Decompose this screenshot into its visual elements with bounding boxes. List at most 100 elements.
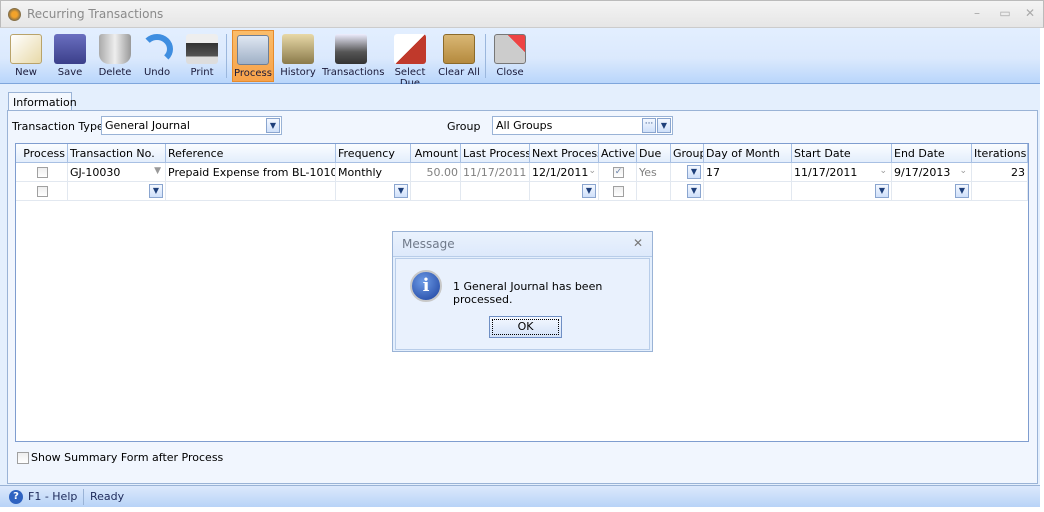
- column-header-amount[interactable]: Amount: [411, 144, 461, 163]
- transactions-button[interactable]: Transactions: [322, 30, 384, 82]
- history-button[interactable]: History: [278, 30, 318, 82]
- maximize-button[interactable]: ▭: [997, 6, 1013, 20]
- process-cell[interactable]: [16, 182, 68, 201]
- day-of-month-cell[interactable]: 17: [704, 163, 792, 182]
- new-button[interactable]: New: [8, 30, 44, 82]
- dialog-body: i 1 General Journal has been processed. …: [395, 258, 650, 350]
- close-window-button[interactable]: ✕: [1022, 6, 1038, 20]
- active-checkbox-checked: ✓: [613, 167, 624, 178]
- help-text[interactable]: F1 - Help: [28, 490, 77, 503]
- active-checkbox[interactable]: [613, 186, 624, 197]
- toolbar: New Save Delete Undo Print Process Histo…: [0, 28, 1040, 89]
- cash-register-icon: [335, 34, 367, 64]
- dropdown-arrow-icon[interactable]: ⌄: [959, 166, 967, 176]
- group-cell[interactable]: ▼: [671, 182, 704, 201]
- transaction-no: GJ-10030: [70, 166, 121, 179]
- transaction-type-select[interactable]: General Journal ▼: [101, 116, 282, 135]
- column-header-process[interactable]: Process: [16, 144, 68, 163]
- reference-cell[interactable]: [166, 182, 336, 201]
- show-summary-checkbox[interactable]: [17, 452, 29, 464]
- column-header-transaction-no[interactable]: Transaction No.: [68, 144, 166, 163]
- chevron-down-icon[interactable]: ▼: [149, 184, 163, 198]
- delete-button[interactable]: Delete: [96, 30, 134, 82]
- next-process-cell[interactable]: ▼: [530, 182, 599, 201]
- close-button[interactable]: Close: [491, 30, 529, 82]
- chevron-down-icon[interactable]: ▼: [266, 118, 280, 133]
- column-header-day-of-month[interactable]: Day of Month: [704, 144, 792, 163]
- tab-information[interactable]: Information: [8, 92, 77, 111]
- column-header-last-process[interactable]: Last Process: [461, 144, 530, 163]
- column-header-active[interactable]: Active: [599, 144, 637, 163]
- day-of-month-cell[interactable]: [704, 182, 792, 201]
- dropdown-arrow-icon[interactable]: ⌄: [879, 166, 887, 176]
- group-select[interactable]: All Groups ··· ▼: [492, 116, 673, 135]
- chevron-down-icon[interactable]: ▼: [394, 184, 408, 198]
- minimize-button[interactable]: –: [969, 6, 985, 20]
- new-document-icon: [10, 34, 42, 64]
- column-header-start-date[interactable]: Start Date: [792, 144, 892, 163]
- process-checkbox[interactable]: [37, 167, 48, 178]
- chevron-down-icon[interactable]: ▼: [955, 184, 969, 198]
- status-bar: ? F1 - Help Ready: [0, 485, 1040, 507]
- active-cell[interactable]: [599, 182, 637, 201]
- status-text: Ready: [90, 490, 125, 503]
- chevron-down-icon[interactable]: ▼: [657, 118, 671, 133]
- dropdown-arrow-icon[interactable]: ⌄: [588, 166, 596, 176]
- column-header-due[interactable]: Due: [637, 144, 671, 163]
- message-dialog: Message ✕ i 1 General Journal has been p…: [392, 231, 653, 352]
- dropdown-arrow-icon[interactable]: ▼: [154, 166, 161, 176]
- start-date-cell[interactable]: ▼: [792, 182, 892, 201]
- process-button[interactable]: Process: [232, 30, 274, 82]
- app-icon: [8, 8, 21, 21]
- next-process-cell[interactable]: 12/1/2011 ⌄: [530, 163, 599, 182]
- ellipsis-icon[interactable]: ···: [642, 118, 656, 133]
- transaction-no-cell[interactable]: ▼: [68, 182, 166, 201]
- select-due-button[interactable]: Select Due: [384, 30, 436, 89]
- clear-all-button[interactable]: Clear All: [438, 30, 480, 82]
- next-process-value: 12/1/2011: [532, 166, 589, 179]
- clipboard-clear-icon: [443, 34, 475, 64]
- group-value: All Groups: [496, 119, 553, 132]
- toolbar-separator: [226, 34, 227, 78]
- dialog-title: Message: [402, 237, 455, 251]
- information-icon: i: [410, 270, 442, 302]
- iterations-cell: [972, 182, 1028, 201]
- chevron-down-icon[interactable]: ▼: [687, 184, 701, 198]
- amount-cell: [411, 182, 461, 201]
- show-summary-label[interactable]: Show Summary Form after Process: [31, 451, 223, 464]
- chevron-down-icon[interactable]: ▼: [687, 165, 701, 179]
- dialog-message: 1 General Journal has been processed.: [453, 280, 603, 306]
- column-header-next-process[interactable]: Next Process: [530, 144, 599, 163]
- ok-button[interactable]: OK: [489, 316, 562, 338]
- column-header-reference[interactable]: Reference: [166, 144, 336, 163]
- group-label: Group: [447, 120, 481, 133]
- column-header-group[interactable]: Group: [671, 144, 704, 163]
- transaction-no-cell[interactable]: GJ-10030 ▼: [68, 163, 166, 182]
- last-process-cell: 11/17/2011: [461, 163, 530, 182]
- column-header-iterations[interactable]: Iterations: [972, 144, 1028, 163]
- dialog-close-icon[interactable]: ✕: [633, 236, 643, 250]
- undo-arrow-icon: [141, 34, 173, 64]
- column-header-end-date[interactable]: End Date: [892, 144, 972, 163]
- start-date-cell[interactable]: 11/17/2011 ⌄: [792, 163, 892, 182]
- button-label: Print: [190, 67, 214, 78]
- process-checkbox[interactable]: [37, 186, 48, 197]
- transaction-type-value: General Journal: [105, 119, 190, 132]
- start-date-value: 11/17/2011: [794, 166, 858, 179]
- process-cell[interactable]: [16, 163, 68, 182]
- chevron-down-icon[interactable]: ▼: [875, 184, 889, 198]
- frequency-cell[interactable]: ▼: [336, 182, 411, 201]
- save-button[interactable]: Save: [52, 30, 88, 82]
- column-header-frequency[interactable]: Frequency: [336, 144, 411, 163]
- reference-cell[interactable]: Prepaid Expense from BL-10108: [166, 163, 336, 182]
- group-cell[interactable]: ▼: [671, 163, 704, 182]
- end-date-cell[interactable]: 9/17/2013 ⌄: [892, 163, 972, 182]
- print-button[interactable]: Print: [182, 30, 222, 82]
- undo-button[interactable]: Undo: [138, 30, 176, 82]
- close-window-icon: [494, 34, 526, 64]
- dialog-title-bar: Message ✕: [393, 232, 652, 257]
- chevron-down-icon[interactable]: ▼: [582, 184, 596, 198]
- end-date-cell[interactable]: ▼: [892, 182, 972, 201]
- trash-can-icon: [99, 34, 131, 64]
- frequency-cell[interactable]: Monthly: [336, 163, 411, 182]
